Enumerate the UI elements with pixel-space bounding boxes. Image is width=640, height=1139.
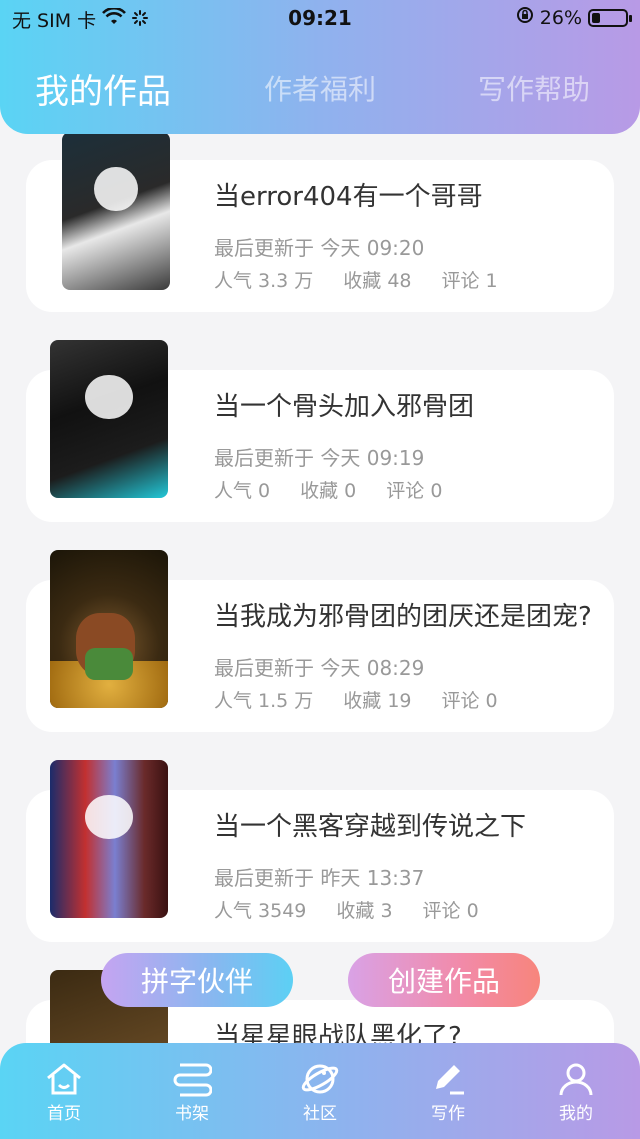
nav-bookshelf[interactable]: 书架	[152, 1061, 232, 1124]
status-bar: 无 SIM 卡 09:21 26%	[0, 0, 640, 38]
comments-stat: 评论 0	[422, 900, 479, 922]
nav-community[interactable]: 社区	[280, 1061, 360, 1124]
battery-percent: 26%	[539, 6, 582, 29]
home-icon	[24, 1061, 104, 1097]
comments-stat: 评论 0	[386, 480, 443, 502]
work-title: 当一个骨头加入邪骨团	[214, 392, 475, 422]
tab-author-benefits[interactable]: 作者福利	[264, 68, 376, 108]
writing-partner-button[interactable]: 拼字伙伴	[101, 953, 293, 1007]
work-stats: 人气 3549 收藏 3 评论 0	[214, 896, 479, 923]
comments-stat: 评论 1	[441, 270, 498, 292]
works-list: 当error404有一个哥哥 最后更新于 今天 09:20 人气 3.3 万 收…	[0, 0, 640, 1139]
work-updated: 最后更新于 今天 09:19	[214, 446, 425, 470]
create-work-button[interactable]: 创建作品	[348, 953, 540, 1007]
tab-my-works[interactable]: 我的作品	[35, 64, 171, 113]
work-updated: 最后更新于 今天 08:29	[214, 656, 425, 680]
popularity-stat: 人气 0	[214, 480, 271, 502]
work-title: 当一个黑客穿越到传说之下	[214, 812, 527, 842]
favorites-stat: 收藏 19	[343, 690, 412, 712]
work-updated: 最后更新于 昨天 13:37	[214, 866, 425, 890]
tab-writing-help[interactable]: 写作帮助	[478, 68, 590, 108]
nav-label: 我的	[559, 1104, 593, 1124]
work-title: 当error404有一个哥哥	[214, 182, 483, 212]
tab-bar: 我的作品 作者福利 写作帮助	[0, 68, 640, 118]
popularity-stat: 人气 3549	[214, 900, 307, 922]
planet-icon	[280, 1061, 360, 1097]
nav-label: 首页	[47, 1104, 81, 1124]
work-cover[interactable]	[50, 340, 168, 498]
nav-label: 书架	[175, 1104, 209, 1124]
work-title: 当我成为邪骨团的团厌还是团宠?	[214, 602, 592, 632]
rotation-lock-icon	[516, 6, 534, 29]
pen-icon	[408, 1061, 488, 1097]
nav-mine[interactable]: 我的	[536, 1061, 616, 1124]
nav-label: 写作	[431, 1104, 465, 1124]
favorites-stat: 收藏 0	[300, 480, 357, 502]
work-stats: 人气 0 收藏 0 评论 0	[214, 476, 442, 503]
favorites-stat: 收藏 48	[343, 270, 412, 292]
nav-write[interactable]: 写作	[408, 1061, 488, 1124]
work-stats: 人气 3.3 万 收藏 48 评论 1	[214, 266, 498, 293]
work-cover[interactable]	[62, 132, 170, 290]
bottom-nav: 首页 书架 社区 写作 我的	[0, 1043, 640, 1139]
favorites-stat: 收藏 3	[336, 900, 393, 922]
nav-label: 社区	[303, 1104, 337, 1124]
work-cover[interactable]	[50, 550, 168, 708]
work-cover[interactable]	[50, 760, 168, 918]
popularity-stat: 人气 3.3 万	[214, 270, 314, 292]
user-icon	[536, 1061, 616, 1097]
nav-home[interactable]: 首页	[24, 1061, 104, 1124]
work-updated: 最后更新于 今天 09:20	[214, 236, 425, 260]
battery-icon	[588, 8, 632, 27]
work-stats: 人气 1.5 万 收藏 19 评论 0	[214, 686, 498, 713]
header: 无 SIM 卡 09:21 26% 我的作品 作者福利 写作帮助	[0, 0, 640, 134]
bookshelf-icon	[152, 1061, 232, 1097]
popularity-stat: 人气 1.5 万	[214, 690, 314, 712]
comments-stat: 评论 0	[441, 690, 498, 712]
